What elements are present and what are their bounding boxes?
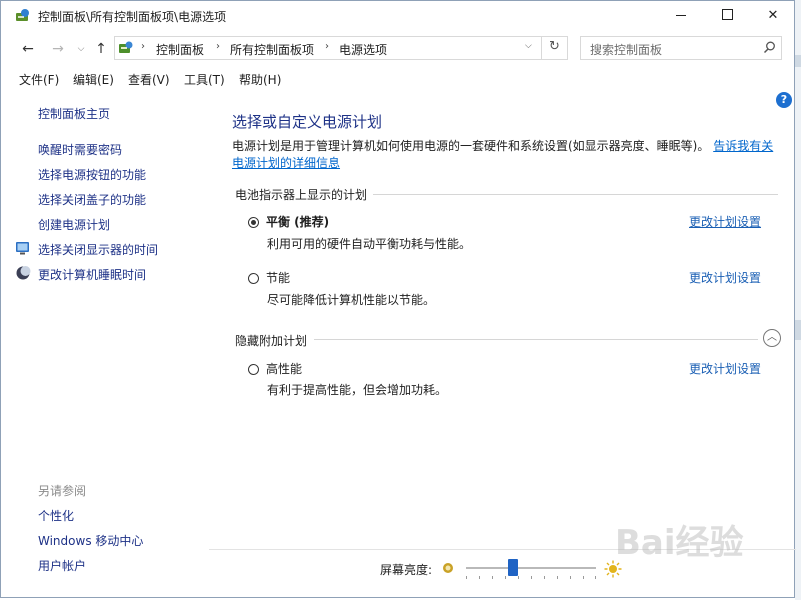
sidebar-link-wake-password[interactable]: 唤醒时需要密码: [38, 141, 122, 158]
baidu-watermark-logo: Bai经验: [615, 523, 744, 563]
sleep-moon-icon: [15, 265, 31, 284]
maximize-button[interactable]: [704, 1, 750, 31]
brightness-ticks: [466, 576, 596, 580]
arrow-right-icon: →: [52, 41, 64, 57]
hidden-plans-heading[interactable]: 隐藏附加计划: [235, 332, 307, 349]
help-icon[interactable]: ?: [776, 92, 792, 108]
chevron-up-icon: ︿: [767, 332, 777, 343]
page-title: 选择或自定义电源计划: [232, 113, 383, 131]
title-bar[interactable]: 控制面板\所有控制面板项\电源选项 ✕: [1, 1, 796, 31]
navigation-bar: ← → ⌵ ↑ › 控制面板 › 所有控制面板项 › 电源选项 ⌵ ↻ 搜索控制…: [1, 34, 796, 64]
display-timer-icon: [15, 240, 31, 259]
close-button[interactable]: ✕: [750, 1, 796, 31]
search-placeholder: 搜索控制面板: [590, 43, 663, 57]
plan-high-performance-name[interactable]: 高性能: [266, 360, 302, 377]
recent-locations-button[interactable]: ⌵: [71, 39, 91, 59]
chevron-down-icon: ⌵: [77, 44, 85, 54]
brightness-slider-thumb[interactable]: [508, 559, 518, 576]
close-icon: ✕: [767, 8, 779, 23]
breadcrumb-all-items[interactable]: 所有控制面板项: [230, 41, 314, 58]
breadcrumb-separator-icon[interactable]: ›: [216, 41, 220, 52]
breadcrumb-separator-icon[interactable]: ›: [325, 41, 329, 52]
plan-balanced-settings-link[interactable]: 更改计划设置: [689, 213, 761, 230]
minimize-icon: [676, 15, 686, 16]
menu-file[interactable]: 文件(F): [19, 71, 59, 88]
sidebar-link-sleep-time[interactable]: 更改计算机睡眠时间: [38, 266, 146, 283]
window-title: 控制面板\所有控制面板项\电源选项: [38, 10, 227, 24]
menu-edit[interactable]: 编辑(E): [73, 71, 114, 88]
radio-power-saver[interactable]: [248, 273, 259, 284]
sidebar-link-power-button[interactable]: 选择电源按钮的功能: [38, 166, 146, 183]
power-options-app-icon: [15, 8, 31, 27]
brightness-low-icon: [442, 562, 454, 577]
menu-bar: 文件(F) 编辑(E) 查看(V) 工具(T) 帮助(H): [1, 68, 796, 90]
back-button[interactable]: ←: [18, 39, 38, 59]
radio-high-performance[interactable]: [248, 364, 259, 375]
collapse-hidden-plans-button[interactable]: ︿: [763, 329, 781, 347]
menu-tools[interactable]: 工具(T): [184, 71, 225, 88]
see-also-mobility-center[interactable]: Windows 移动中心: [38, 532, 143, 549]
refresh-icon[interactable]: ↻: [549, 39, 560, 54]
arrow-left-icon: ←: [22, 41, 34, 57]
plan-high-performance-settings-link[interactable]: 更改计划设置: [689, 360, 761, 377]
plan-balanced-description: 利用可用的硬件自动平衡功耗与性能。: [267, 237, 472, 251]
search-icon[interactable]: [763, 41, 776, 57]
control-panel-icon: [118, 40, 134, 59]
plan-power-saver-settings-link[interactable]: 更改计划设置: [689, 269, 761, 286]
see-also-personalization[interactable]: 个性化: [38, 507, 74, 524]
radio-balanced[interactable]: [248, 217, 259, 228]
see-also-heading: 另请参阅: [38, 484, 87, 498]
battery-plans-heading: 电池指示器上显示的计划: [235, 188, 368, 202]
menu-help[interactable]: 帮助(H): [239, 71, 281, 88]
forward-button[interactable]: →: [48, 39, 68, 59]
search-input[interactable]: 搜索控制面板: [580, 36, 782, 60]
up-button[interactable]: ↑: [91, 39, 111, 59]
sidebar-link-lid[interactable]: 选择关闭盖子的功能: [38, 191, 146, 208]
page-description: 电源计划是用于管理计算机如何使用电源的一套硬件和系统设置(如显示器亮度、睡眠等)…: [232, 138, 782, 172]
arrow-up-icon: ↑: [95, 41, 107, 57]
brightness-label: 屏幕亮度:: [380, 563, 433, 577]
see-also-user-accounts[interactable]: 用户帐户: [38, 557, 86, 574]
address-dropdown-icon[interactable]: ⌵: [525, 41, 532, 51]
menu-view[interactable]: 查看(V): [128, 71, 170, 88]
sidebar-link-display-off[interactable]: 选择关闭显示器的时间: [38, 241, 158, 258]
description-text: 电源计划是用于管理计算机如何使用电源的一套硬件和系统设置(如显示器亮度、睡眠等)…: [232, 139, 710, 153]
sidebar-link-create-plan[interactable]: 创建电源计划: [38, 216, 110, 233]
plan-balanced-name[interactable]: 平衡 (推荐): [266, 213, 329, 230]
plan-high-performance-description: 有利于提高性能，但会增加功耗。: [267, 383, 448, 397]
plan-power-saver-name[interactable]: 节能: [266, 269, 290, 286]
control-panel-window: 控制面板\所有控制面板项\电源选项 ✕ ← → ⌵ ↑ › 控制面板 › 所有控…: [0, 0, 796, 598]
maximize-icon: [721, 9, 733, 20]
breadcrumb-power-options[interactable]: 电源选项: [339, 41, 387, 58]
breadcrumb-separator-icon[interactable]: ›: [141, 41, 145, 52]
brightness-slider[interactable]: [466, 559, 596, 576]
plan-power-saver-description: 尽可能降低计算机性能以节能。: [267, 293, 436, 307]
desktop-background-strip: [795, 0, 801, 600]
sidebar-home-link[interactable]: 控制面板主页: [38, 105, 110, 122]
minimize-button[interactable]: [658, 1, 704, 31]
breadcrumb-control-panel[interactable]: 控制面板: [156, 41, 204, 58]
address-bar[interactable]: › 控制面板 › 所有控制面板项 › 电源选项 ⌵ ↻: [114, 36, 568, 60]
